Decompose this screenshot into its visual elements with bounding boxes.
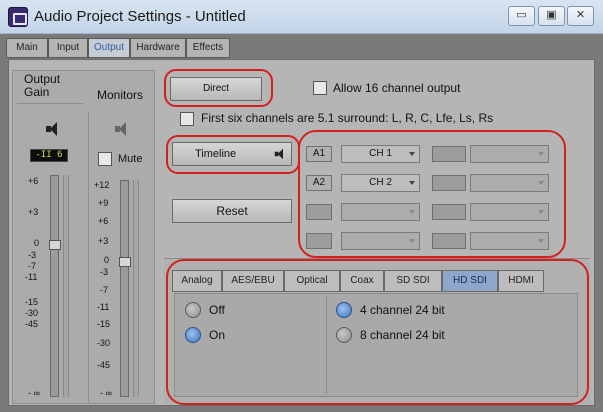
- monitor-fader-track[interactable]: [120, 180, 129, 397]
- monitor-scale-tick: +6: [98, 216, 109, 226]
- tab-main[interactable]: Main: [6, 38, 48, 58]
- divider: [88, 112, 89, 402]
- tab-input[interactable]: Input: [48, 38, 88, 58]
- close-button[interactable]: ✕: [567, 6, 594, 26]
- monitors-label: Monitors: [97, 88, 144, 102]
- monitor-meter: [133, 180, 139, 397]
- monitor-scale-tick: +9: [98, 198, 109, 208]
- monitor-scale-tick: -11: [97, 302, 110, 312]
- gain-fader-track[interactable]: [50, 175, 59, 397]
- maximize-button[interactable]: ▣: [538, 6, 565, 26]
- gain-scale-tick: +6: [28, 176, 39, 186]
- gain-scale-tick: +3: [28, 207, 39, 217]
- gain-scale-tick: -3: [28, 250, 37, 260]
- allow-16-channel-checkbox[interactable]: [313, 81, 327, 95]
- allow-16-channel-label: Allow 16 channel output: [333, 81, 461, 95]
- divider: [17, 103, 83, 104]
- monitor-speaker-icon[interactable]: [115, 122, 129, 136]
- tab-output[interactable]: Output: [88, 38, 130, 58]
- reset-button[interactable]: Reset: [172, 199, 292, 223]
- tab-effects[interactable]: Effects: [186, 38, 230, 58]
- mute-label: Mute: [118, 153, 143, 165]
- annotation-ring: [166, 259, 589, 405]
- gain-scale-tick: - ∞: [28, 388, 40, 398]
- window-title: Audio Project Settings - Untitled: [34, 8, 246, 25]
- mute-checkbox[interactable]: [98, 152, 112, 166]
- gain-readout: -II 6: [30, 149, 68, 162]
- minimize-button[interactable]: ▭: [508, 6, 535, 26]
- gain-scale-tick: -30: [25, 308, 39, 318]
- monitor-scale-tick: -3: [100, 267, 109, 277]
- surround-label: First six channels are 5.1 surround: L, …: [201, 111, 494, 125]
- monitor-scale-tick: - ∞: [100, 388, 112, 398]
- annotation-ring: [298, 130, 566, 258]
- gain-scale-tick: -15: [25, 297, 39, 307]
- speaker-icon: [46, 122, 60, 136]
- gain-scale-tick: -7: [28, 261, 37, 271]
- surround-checkbox[interactable]: [180, 112, 194, 126]
- monitor-scale-tick: +3: [98, 236, 109, 246]
- monitor-scale-tick: -15: [97, 319, 111, 329]
- gain-scale-tick: 0: [34, 238, 40, 248]
- gain-scale-tick: -11: [25, 272, 38, 282]
- monitor-scale-tick: -30: [97, 338, 111, 348]
- gain-fader-handle[interactable]: [49, 240, 61, 250]
- app-icon: [8, 7, 28, 27]
- annotation-ring: [164, 69, 273, 107]
- monitor-scale-tick: -7: [100, 285, 109, 295]
- annotation-ring: [166, 135, 300, 174]
- monitor-scale-tick: 0: [104, 255, 110, 265]
- tab-hardware[interactable]: Hardware: [130, 38, 186, 58]
- output-gain-label: Output Gain: [24, 72, 61, 99]
- monitor-scale-tick: +12: [94, 180, 110, 190]
- gain-scale-tick: -45: [25, 319, 39, 329]
- gain-meter: [63, 175, 69, 397]
- monitor-fader-handle[interactable]: [119, 257, 131, 267]
- monitor-scale-tick: -45: [97, 360, 111, 370]
